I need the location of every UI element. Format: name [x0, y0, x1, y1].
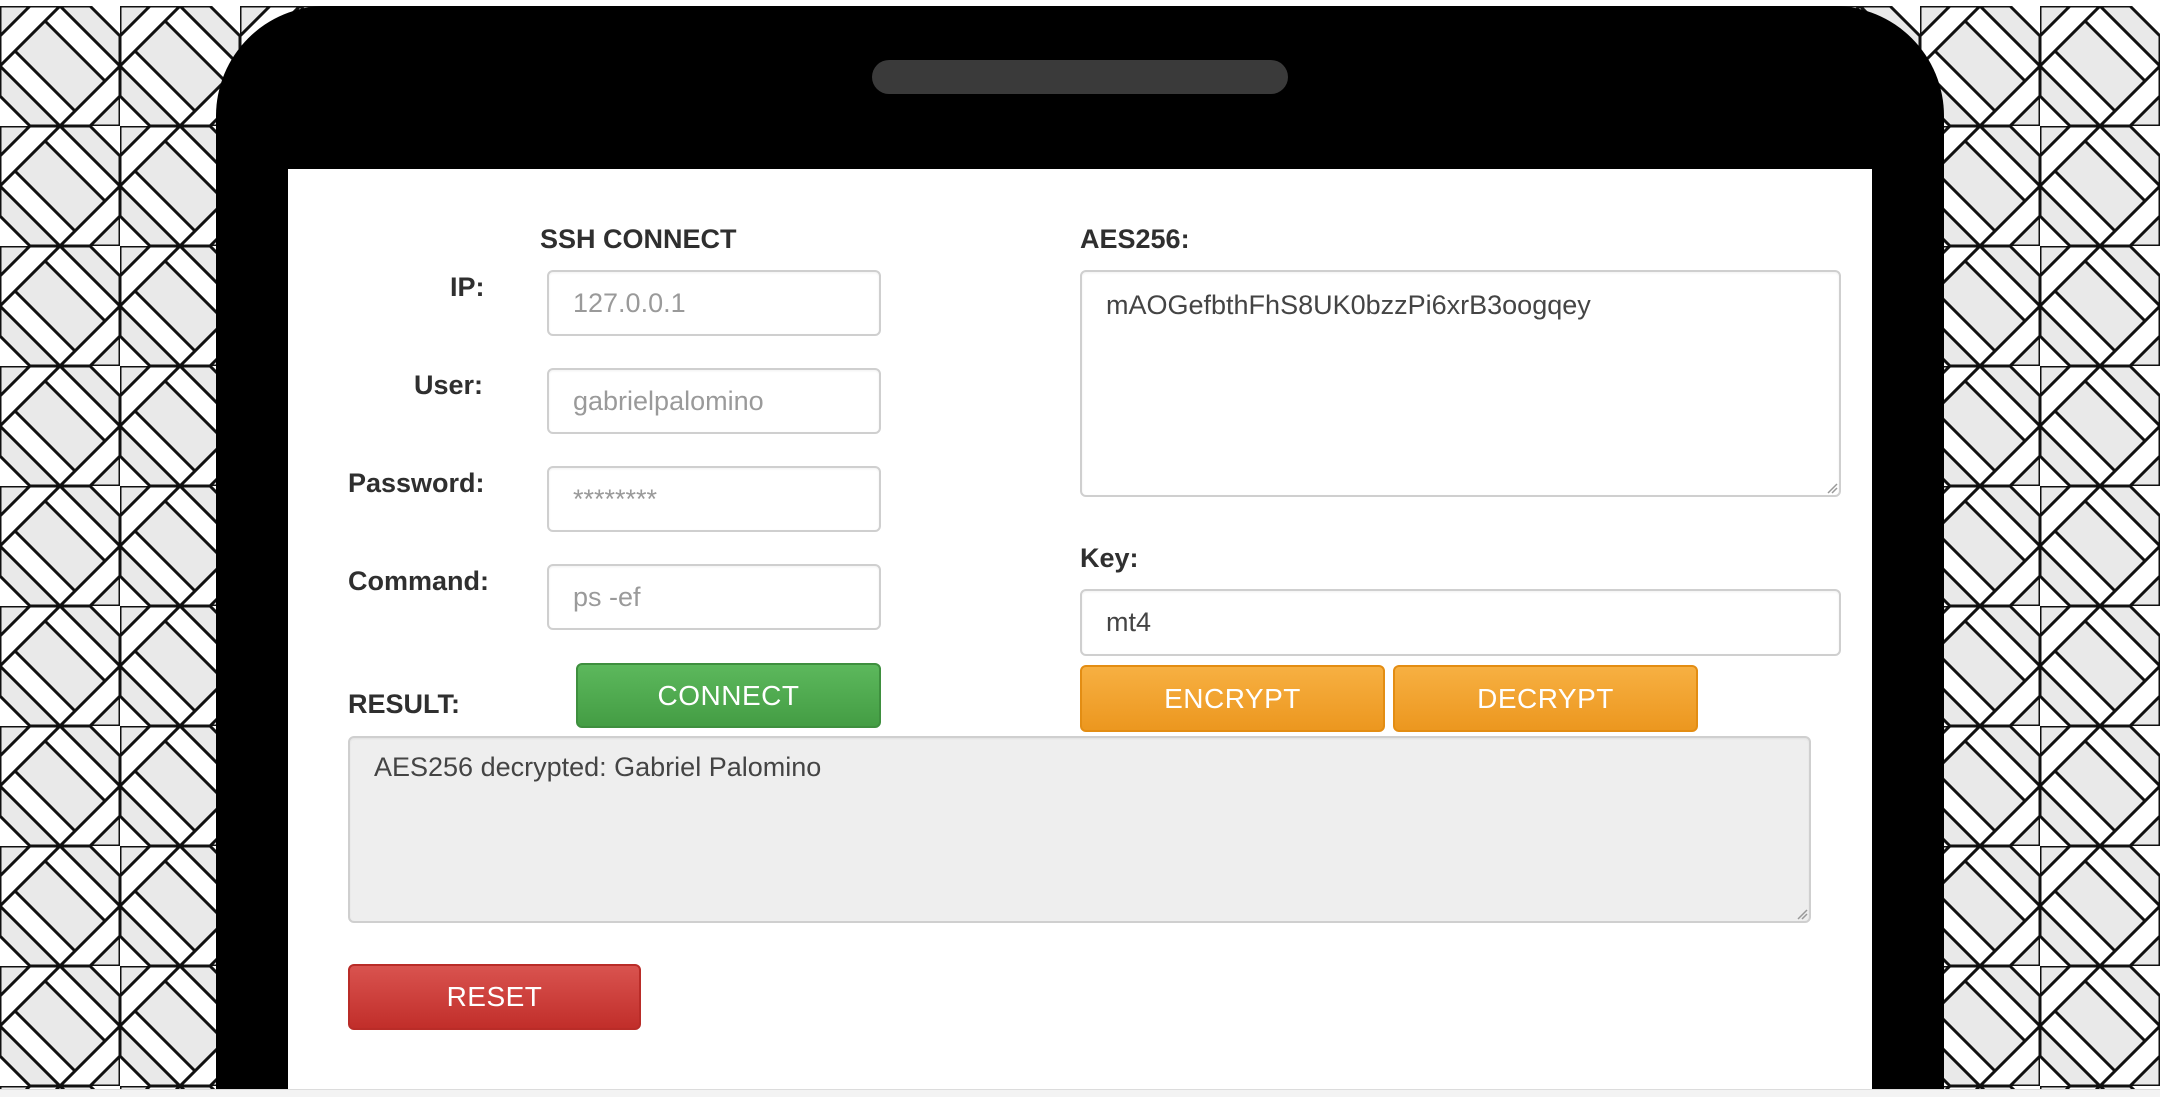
connect-button[interactable]: CONNECT: [576, 663, 881, 728]
decrypt-button[interactable]: DECRYPT: [1393, 665, 1698, 732]
command-label: Command:: [348, 566, 489, 596]
bottom-border: [0, 1089, 2160, 1097]
encrypt-button[interactable]: ENCRYPT: [1080, 665, 1385, 732]
password-label: Password:: [348, 468, 485, 498]
ip-label: IP:: [450, 272, 485, 302]
reset-button[interactable]: RESET: [348, 964, 641, 1030]
ssh-connect-title: SSH CONNECT: [540, 224, 737, 254]
result-textarea[interactable]: [348, 736, 1811, 923]
speaker-slot-icon: [872, 60, 1288, 94]
user-label: User:: [414, 370, 484, 400]
key-input[interactable]: [1080, 589, 1841, 656]
key-label: Key:: [1080, 543, 1139, 573]
ip-input[interactable]: [547, 270, 881, 336]
aes256-title: AES256:: [1080, 224, 1190, 254]
command-input[interactable]: [547, 564, 881, 630]
result-label: RESULT:: [348, 689, 460, 719]
password-input[interactable]: [547, 466, 881, 532]
phone-frame: SSH CONNECT IP: User: Password: Command:…: [216, 6, 1944, 1097]
aes256-textarea[interactable]: mAOGefbthFhS8UK0bzzPi6xrB3oogqey: [1080, 270, 1841, 497]
phone-screen: SSH CONNECT IP: User: Password: Command:…: [288, 169, 1872, 1097]
user-input[interactable]: [547, 368, 881, 434]
